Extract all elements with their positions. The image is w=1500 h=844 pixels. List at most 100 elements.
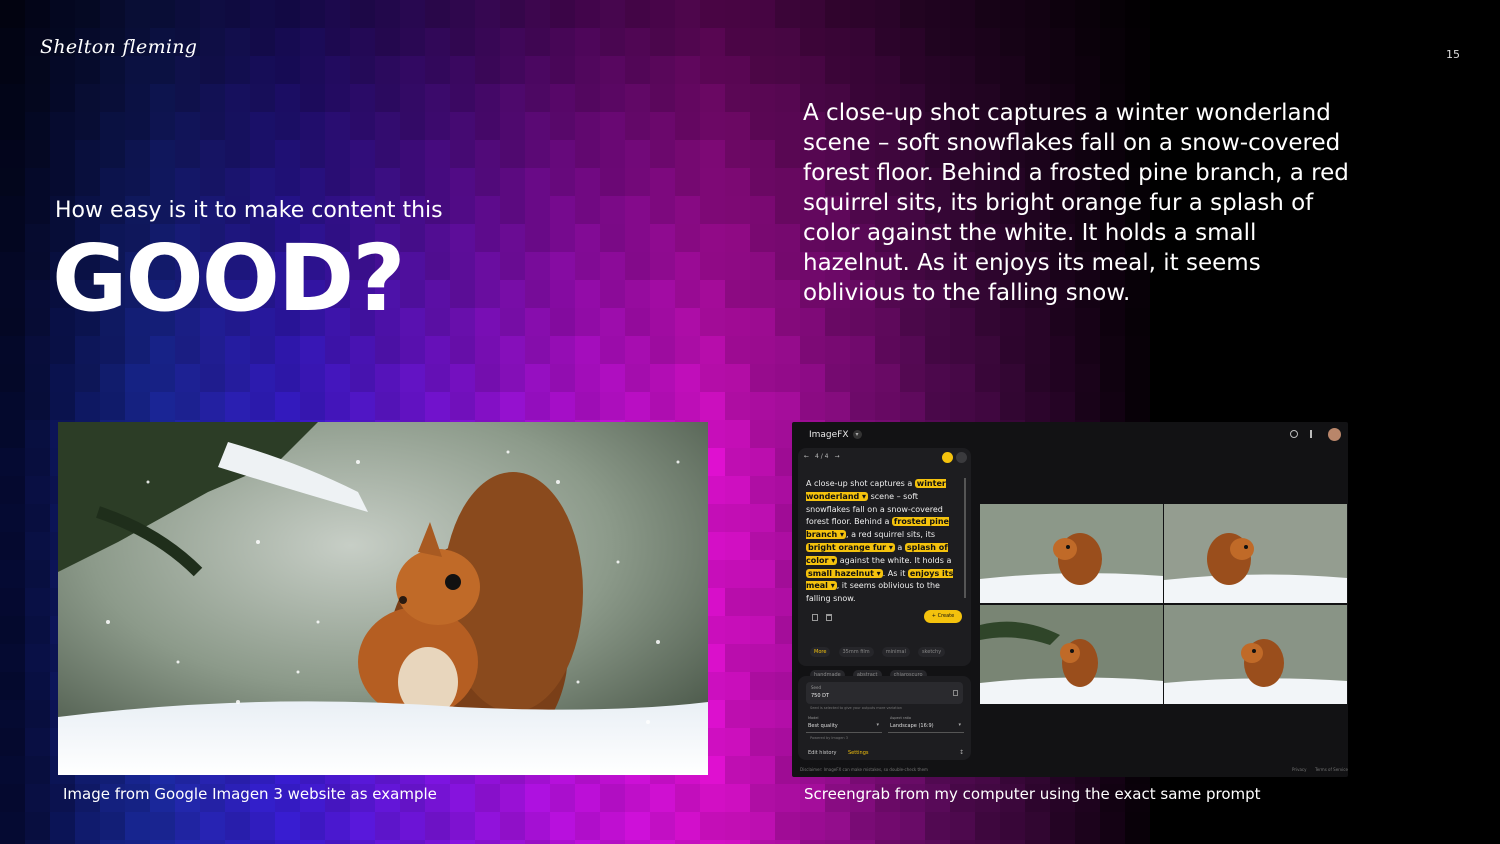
background-tile — [675, 364, 701, 393]
background-tile — [700, 840, 726, 844]
background-tile — [575, 812, 601, 841]
background-tile — [675, 0, 701, 29]
view-toggle-alt-icon[interactable] — [956, 452, 967, 463]
background-tile — [725, 0, 751, 29]
background-tile — [1400, 560, 1426, 589]
background-tile — [325, 364, 351, 393]
background-tile — [1450, 84, 1476, 113]
background-tile — [550, 252, 576, 281]
background-tile — [550, 784, 576, 813]
view-toggle-icon[interactable] — [942, 452, 953, 463]
background-tile — [675, 112, 701, 141]
background-tile — [1425, 672, 1451, 701]
background-tile — [600, 336, 626, 365]
background-tile — [1450, 840, 1476, 844]
background-tile — [550, 0, 576, 29]
background-tile — [350, 0, 376, 29]
prompt-editor[interactable]: A close-up shot captures a winter wonder… — [806, 478, 962, 606]
background-tile — [250, 28, 276, 57]
shelton-fleming-logo: Shelton fleming — [40, 36, 198, 58]
background-tile — [800, 364, 826, 393]
background-tile — [825, 336, 851, 365]
style-chip[interactable]: sketchy — [917, 647, 946, 657]
background-tile — [1425, 840, 1451, 844]
forward-arrow-icon[interactable]: → — [835, 453, 840, 460]
background-tile — [1325, 784, 1351, 813]
background-tile — [25, 224, 51, 253]
copy-seed-icon[interactable] — [953, 690, 958, 696]
background-tile — [650, 392, 676, 421]
background-tile — [1375, 140, 1401, 169]
background-tile — [725, 280, 751, 309]
background-tile — [550, 112, 576, 141]
background-tile — [50, 112, 76, 141]
trash-icon[interactable] — [826, 614, 832, 621]
back-arrow-icon[interactable]: ← — [804, 453, 809, 460]
background-tile — [700, 224, 726, 253]
background-tile — [1375, 840, 1401, 844]
help-icon[interactable] — [1290, 430, 1298, 438]
background-tile — [750, 476, 776, 505]
generated-image-4[interactable] — [1164, 605, 1347, 704]
expand-icon[interactable]: ↕ — [959, 749, 964, 756]
aspect-ratio-select[interactable]: Aspect ratio Landscape (16:9) ▾ — [888, 715, 964, 733]
background-tile — [625, 336, 651, 365]
generated-image-3[interactable] — [980, 605, 1163, 704]
background-tile — [750, 0, 776, 29]
background-tile — [625, 840, 651, 844]
style-chip[interactable]: More — [810, 647, 831, 657]
terms-link[interactable]: Terms of Service — [1315, 767, 1348, 772]
background-tile — [300, 56, 326, 85]
background-tile — [975, 364, 1001, 393]
background-tile — [1475, 560, 1500, 589]
background-tile — [1100, 28, 1126, 57]
background-tile — [625, 224, 651, 253]
background-tile — [625, 280, 651, 309]
background-tile — [1400, 392, 1426, 421]
copy-icon[interactable] — [812, 614, 818, 621]
privacy-link[interactable]: Privacy — [1292, 767, 1306, 772]
background-tile — [350, 336, 376, 365]
create-button[interactable]: + Create — [924, 610, 962, 623]
background-tile — [450, 364, 476, 393]
background-tile — [750, 336, 776, 365]
style-chip[interactable]: 35mm film — [838, 647, 874, 657]
background-tile — [1050, 336, 1076, 365]
background-tile — [650, 112, 676, 141]
avatar[interactable] — [1328, 428, 1341, 441]
style-chip[interactable]: minimal — [881, 647, 910, 657]
background-tile — [500, 364, 526, 393]
background-tile — [725, 392, 751, 421]
model-select[interactable]: Model Best quality ▾ — [806, 715, 882, 733]
more-menu-icon[interactable] — [1310, 430, 1312, 438]
background-tile — [250, 168, 276, 197]
seed-field[interactable]: Seed 750 DT — [806, 682, 963, 704]
prompt-chip-small-hazelnut[interactable]: small hazelnut ▾ — [806, 568, 883, 578]
background-tile — [475, 196, 501, 225]
generated-image-1[interactable] — [980, 504, 1163, 603]
background-tile — [475, 812, 501, 841]
tab-settings[interactable]: Settings — [848, 750, 869, 756]
background-tile — [725, 364, 751, 393]
background-tile — [575, 280, 601, 309]
background-tile — [400, 308, 426, 337]
background-tile — [200, 364, 226, 393]
background-tile — [175, 112, 201, 141]
background-tile — [1200, 812, 1226, 841]
scrollbar[interactable] — [964, 478, 966, 598]
background-tile — [1025, 840, 1051, 844]
chevron-down-icon[interactable]: ▾ — [852, 430, 862, 439]
prompt-chip-bright-orange-fur[interactable]: bright orange fur ▾ — [806, 542, 895, 552]
background-tile — [1475, 336, 1500, 365]
background-tile — [775, 28, 801, 57]
background-tile — [0, 504, 26, 533]
generated-image-2[interactable] — [1164, 504, 1347, 603]
background-tile — [850, 812, 876, 841]
background-tile — [1350, 56, 1376, 85]
background-tile — [625, 168, 651, 197]
background-tile — [25, 448, 51, 477]
background-tile — [1375, 504, 1401, 533]
background-tile — [1375, 28, 1401, 57]
tab-edit-history[interactable]: Edit history — [808, 750, 836, 756]
imagefx-title[interactable]: ImageFX ▾ — [809, 430, 862, 440]
